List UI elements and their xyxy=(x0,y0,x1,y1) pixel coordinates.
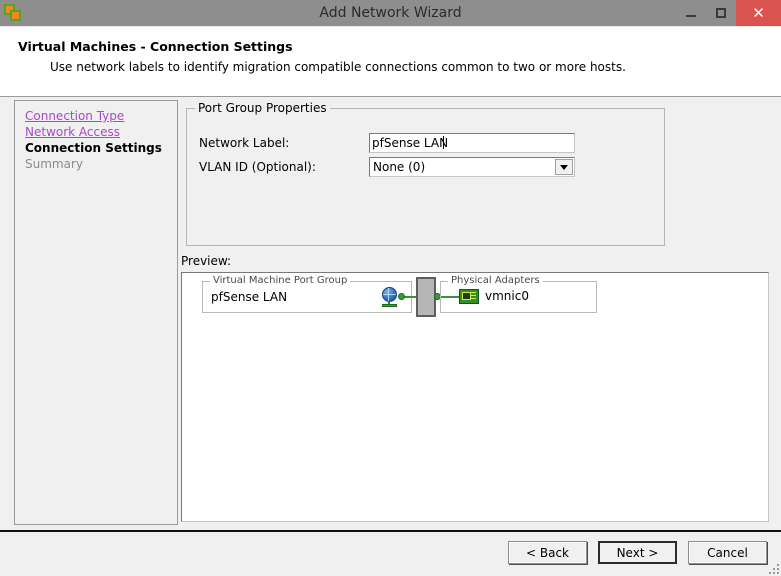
virtual-switch-icon xyxy=(416,277,436,317)
vlan-id-row: VLAN ID (Optional): None (0) xyxy=(199,157,575,177)
close-button[interactable]: ✕ xyxy=(736,0,781,26)
close-icon: ✕ xyxy=(752,4,765,22)
minimize-button[interactable] xyxy=(676,0,706,26)
vlan-id-caption: VLAN ID (Optional): xyxy=(199,160,316,174)
vlan-id-value: None (0) xyxy=(373,160,426,174)
preview-label: Preview: xyxy=(181,254,232,268)
vlan-id-select[interactable]: None (0) xyxy=(369,157,575,177)
maximize-button[interactable] xyxy=(706,0,736,26)
connector-dot-left xyxy=(398,293,405,300)
network-globe-icon xyxy=(380,287,400,309)
cancel-button[interactable]: Cancel xyxy=(688,541,767,564)
network-label-caption: Network Label: xyxy=(199,136,290,150)
network-adapter-icon xyxy=(459,289,479,304)
chevron-down-icon[interactable] xyxy=(555,159,573,175)
wizard-header: Virtual Machines - Connection Settings U… xyxy=(0,27,781,97)
wizard-body: Connection Type Network Access Connectio… xyxy=(0,97,781,530)
next-button[interactable]: Next > xyxy=(598,541,677,564)
window-title: Add Network Wizard xyxy=(319,5,462,21)
wizard-steps-sidebar: Connection Type Network Access Connectio… xyxy=(14,100,178,525)
network-label-input-wrap: pfSense LAN xyxy=(369,133,575,153)
sidebar-item-connection-settings[interactable]: Connection Settings xyxy=(25,140,177,156)
physical-adapters-box: Physical Adapters vmnic0 xyxy=(440,275,597,313)
physical-adapters-title: Physical Adapters xyxy=(448,275,543,286)
back-button[interactable]: < Back xyxy=(508,541,587,564)
add-network-wizard-window: Add Network Wizard ✕ Virtual Machines - … xyxy=(0,0,781,576)
physical-adapter-name: vmnic0 xyxy=(485,289,529,303)
port-group-properties-group: Port Group Properties Network Label: pfS… xyxy=(186,101,665,246)
window-controls: ✕ xyxy=(676,0,781,26)
vm-port-group-name: pfSense LAN xyxy=(211,290,288,304)
page-subtitle: Use network labels to identify migration… xyxy=(50,60,626,74)
resize-grip-icon[interactable] xyxy=(765,560,779,574)
sidebar-item-summary: Summary xyxy=(25,157,83,171)
maximize-icon xyxy=(716,8,726,18)
preview-panel: Virtual Machine Port Group pfSense LAN P… xyxy=(181,272,769,522)
vm-port-group-box: Virtual Machine Port Group pfSense LAN xyxy=(202,275,412,313)
sidebar-item-network-access[interactable]: Network Access xyxy=(25,124,177,140)
footer-button-row: < Back Next > Cancel xyxy=(508,541,767,564)
network-label-row: Network Label: pfSense LAN xyxy=(199,133,575,153)
sidebar-item-connection-type[interactable]: Connection Type xyxy=(25,108,177,124)
vm-port-group-title: Virtual Machine Port Group xyxy=(210,275,351,286)
network-label-input[interactable]: pfSense LAN xyxy=(369,133,575,153)
port-group-properties-title: Port Group Properties xyxy=(195,101,330,115)
vsphere-client-icon xyxy=(4,3,24,23)
title-bar: Add Network Wizard ✕ xyxy=(0,0,781,27)
wizard-footer: < Back Next > Cancel xyxy=(0,530,781,576)
page-title: Virtual Machines - Connection Settings xyxy=(18,39,293,54)
text-caret xyxy=(443,136,444,149)
network-diagram: Virtual Machine Port Group pfSense LAN P… xyxy=(202,275,597,321)
minimize-icon xyxy=(686,15,696,17)
